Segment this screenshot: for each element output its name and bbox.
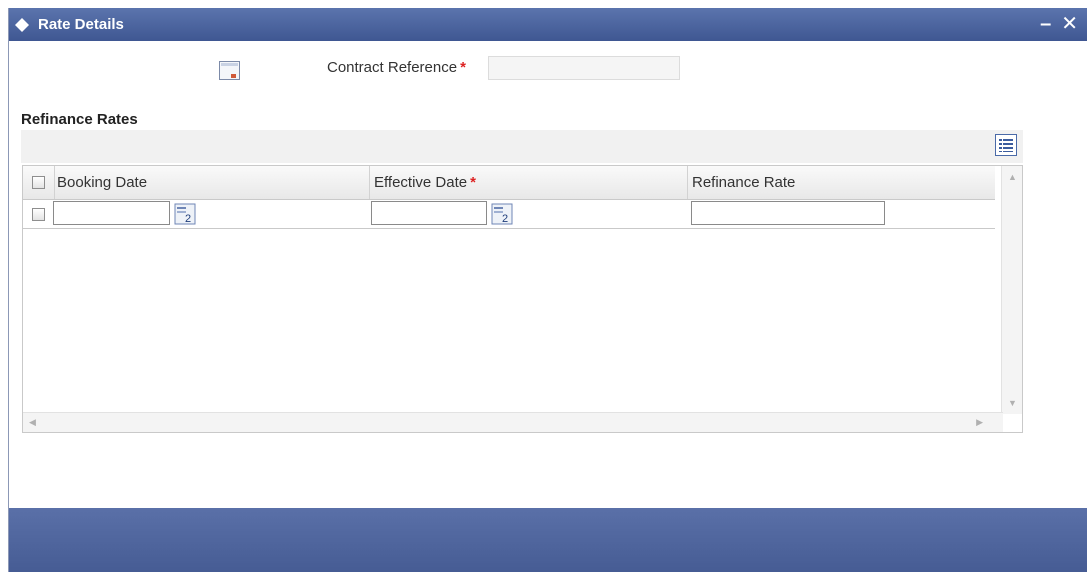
column-label: Booking Date	[57, 174, 148, 191]
column-label: Effective Date	[374, 174, 468, 191]
horizontal-scrollbar[interactable]: ◀ ▶	[23, 412, 1003, 432]
scroll-right-arrow-icon[interactable]: ▶	[976, 417, 983, 428]
column-label: Refinance Rate	[692, 174, 796, 191]
column-header-refinance-rate[interactable]: Refinance Rate	[688, 166, 995, 199]
calendar-icon[interactable]: 2	[174, 203, 196, 225]
scroll-down-arrow-icon[interactable]: ▼	[1008, 398, 1017, 408]
title-bar: Rate Details – ✕	[9, 8, 1087, 41]
vertical-scrollbar[interactable]: ▲ ▼	[1001, 166, 1022, 414]
svg-text:2: 2	[185, 213, 191, 225]
contract-reference-label: Contract Reference *	[327, 59, 466, 76]
refinance-rates-grid: Booking Date Effective Date * Refinance R…	[22, 165, 1023, 433]
single-record-view-icon[interactable]	[995, 134, 1017, 156]
select-all-cell	[23, 166, 55, 199]
contract-reference-text: Contract Reference	[327, 59, 458, 76]
column-header-effective-date[interactable]: Effective Date *	[370, 166, 688, 199]
svg-text:2: 2	[502, 213, 508, 225]
rate-details-window: Rate Details – ✕ Contract Reference * Ref…	[8, 8, 1087, 572]
scroll-up-arrow-icon[interactable]: ▲	[1008, 172, 1017, 182]
close-button[interactable]: ✕	[1061, 10, 1078, 38]
required-marker: *	[460, 59, 466, 76]
footer-bar	[9, 508, 1087, 572]
scroll-left-arrow-icon[interactable]: ◀	[29, 417, 36, 428]
booking-date-input[interactable]	[53, 201, 170, 225]
section-title-refinance-rates: Refinance Rates	[21, 111, 138, 128]
minimize-button[interactable]: –	[1040, 10, 1051, 38]
window-title: Rate Details	[38, 16, 124, 33]
select-all-checkbox[interactable]	[32, 176, 45, 189]
grid-header-row: Booking Date Effective Date * Refinance R…	[23, 166, 995, 200]
effective-date-input[interactable]	[371, 201, 487, 225]
row-checkbox[interactable]	[32, 208, 45, 221]
calendar-icon[interactable]: 2	[491, 203, 513, 225]
document-lookup-icon[interactable]	[219, 61, 241, 81]
refinance-rate-input[interactable]	[691, 201, 885, 225]
required-marker: *	[470, 174, 476, 191]
grid-toolbar	[21, 130, 1023, 163]
diamond-icon	[15, 17, 29, 32]
contract-reference-input[interactable]	[488, 56, 680, 80]
table-row: 2 2	[23, 200, 995, 229]
column-header-booking-date[interactable]: Booking Date	[55, 166, 370, 199]
